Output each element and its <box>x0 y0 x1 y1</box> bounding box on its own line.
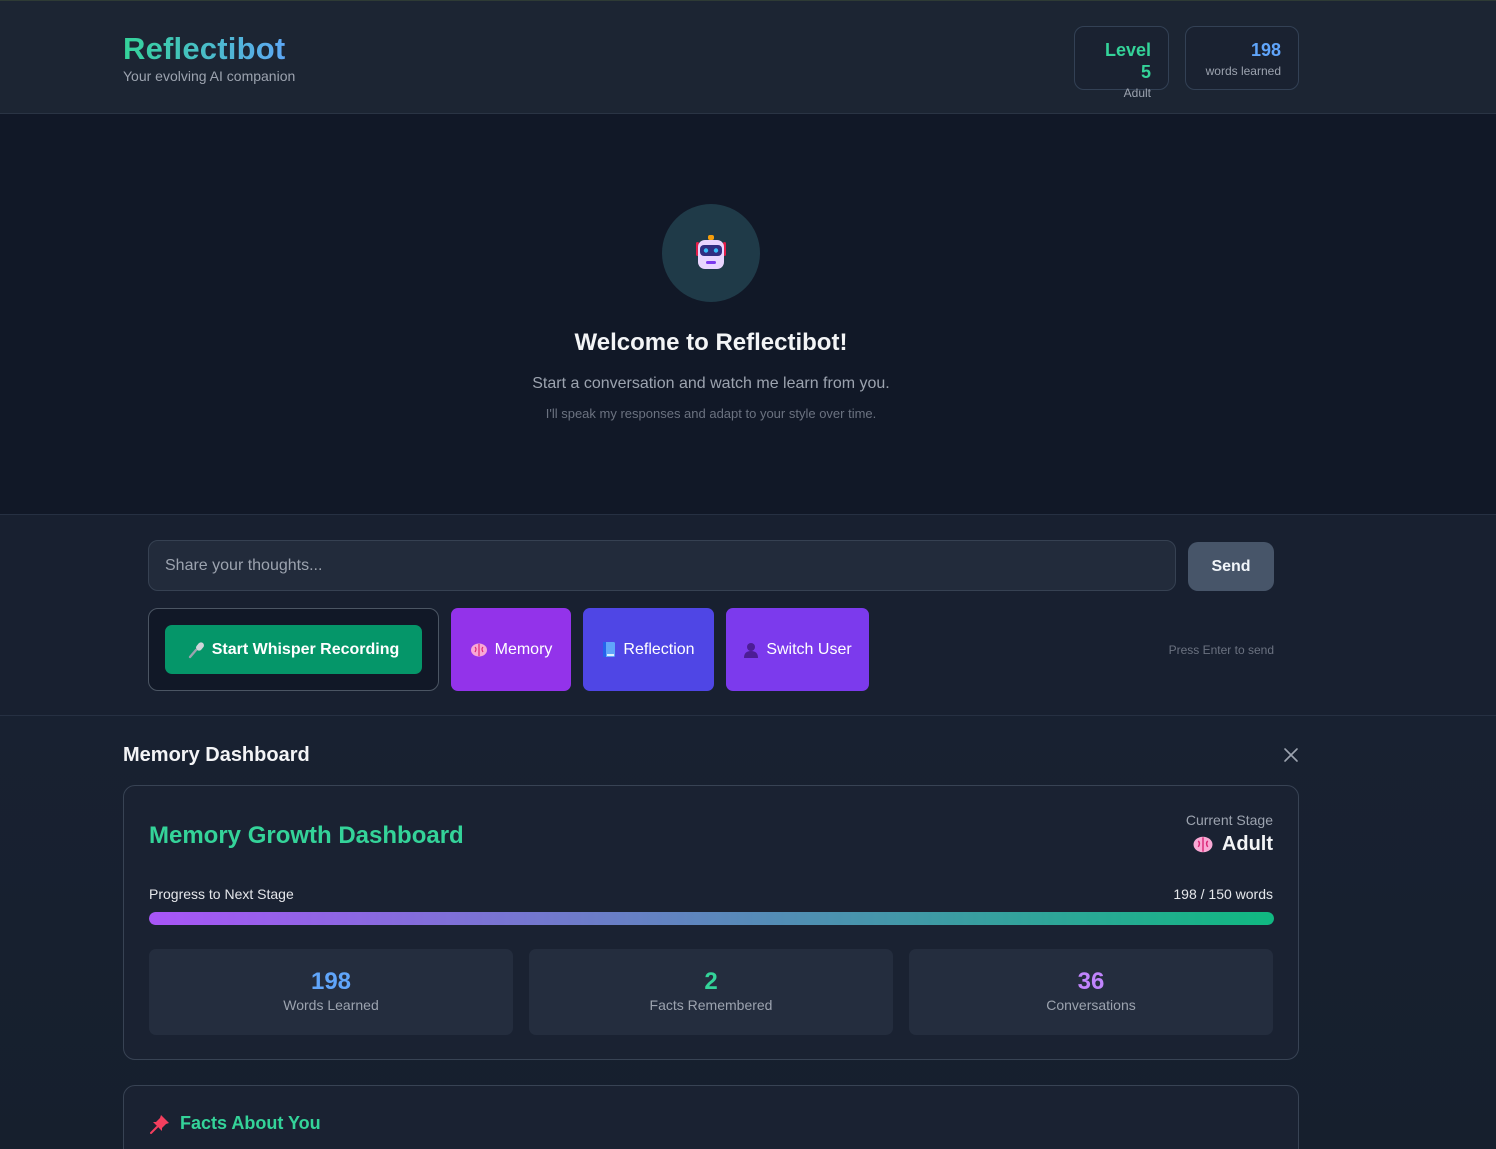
memory-growth-card: Memory Growth Dashboard Current Stage Ad… <box>123 785 1299 1060</box>
current-stage: Adult <box>1192 833 1273 856</box>
bot-avatar <box>662 204 760 302</box>
growth-card-title: Memory Growth Dashboard <box>149 822 464 849</box>
stat-label: Conversations <box>1046 997 1136 1013</box>
stat-facts-remembered: 2 Facts Remembered <box>529 949 893 1035</box>
switch-user-button[interactable]: Switch User <box>726 608 869 691</box>
progress-label: Progress to Next Stage <box>149 886 294 902</box>
progress-bar <box>149 912 1274 925</box>
chat-area: Welcome to Reflectibot! Start a conversa… <box>0 115 1496 514</box>
current-stage-label: Current Stage <box>1185 812 1273 828</box>
reflection-button[interactable]: Reflection <box>583 608 714 691</box>
app-header: Reflectibot Your evolving AI companion L… <box>0 0 1496 114</box>
composer: Send Start Whisper Recording Memory Refl… <box>0 514 1496 716</box>
microphone-icon <box>188 641 204 658</box>
current-stage-value: Adult <box>1221 833 1273 855</box>
stat-value: 2 <box>704 968 718 995</box>
memory-dashboard: Memory Dashboard Memory Growth Dashboard… <box>0 716 1496 1149</box>
facts-header: Facts About You <box>150 1113 321 1134</box>
memory-label: Memory <box>494 640 553 658</box>
app-title: Reflectibot <box>123 31 295 67</box>
level-badge: Level 5 Adult <box>1074 26 1169 100</box>
words-value: 198 <box>1250 40 1281 60</box>
stat-words-learned: 198 Words Learned <box>149 949 513 1035</box>
words-label: words learned <box>1205 64 1281 78</box>
progress-bar-fill <box>149 912 1274 925</box>
robot-icon <box>696 235 726 269</box>
progress-value: 198 / 150 words <box>1173 886 1273 902</box>
app-subtitle: Your evolving AI companion <box>123 68 296 84</box>
start-recording-button[interactable]: Start Whisper Recording <box>165 625 422 674</box>
message-input[interactable] <box>148 540 1176 591</box>
welcome-subtitle: Start a conversation and watch me learn … <box>532 375 890 392</box>
level-label: Adult <box>1123 86 1151 100</box>
stat-conversations: 36 Conversations <box>909 949 1273 1035</box>
switch-user-label: Switch User <box>766 640 852 658</box>
brand: Reflectibot Your evolving AI companion <box>123 31 295 84</box>
user-icon <box>744 642 759 658</box>
book-icon <box>603 642 616 657</box>
facts-card: Facts About You <box>123 1085 1299 1149</box>
recording-panel: Start Whisper Recording <box>148 608 439 691</box>
dashboard-title: Memory Dashboard <box>123 744 310 766</box>
facts-title: Facts About You <box>180 1113 321 1133</box>
brain-icon <box>470 643 487 656</box>
level-value: Level 5 <box>1104 40 1151 82</box>
welcome-title: Welcome to Reflectibot! <box>574 329 848 356</box>
stat-label: Facts Remembered <box>649 997 773 1013</box>
brain-icon <box>1193 836 1213 853</box>
start-recording-label: Start Whisper Recording <box>211 640 400 658</box>
reflection-label: Reflection <box>623 640 695 658</box>
words-badge: 198 words learned <box>1185 26 1299 90</box>
stat-value: 36 <box>1077 968 1105 995</box>
send-button[interactable]: Send <box>1188 542 1274 591</box>
welcome-note: I'll speak my responses and adapt to you… <box>545 406 877 421</box>
close-icon[interactable] <box>1283 747 1299 763</box>
enter-hint: Press Enter to send <box>1168 643 1274 657</box>
stat-value: 198 <box>310 968 352 995</box>
memory-button[interactable]: Memory <box>451 608 571 691</box>
pushpin-icon <box>150 1114 169 1134</box>
stat-label: Words Learned <box>283 997 379 1013</box>
